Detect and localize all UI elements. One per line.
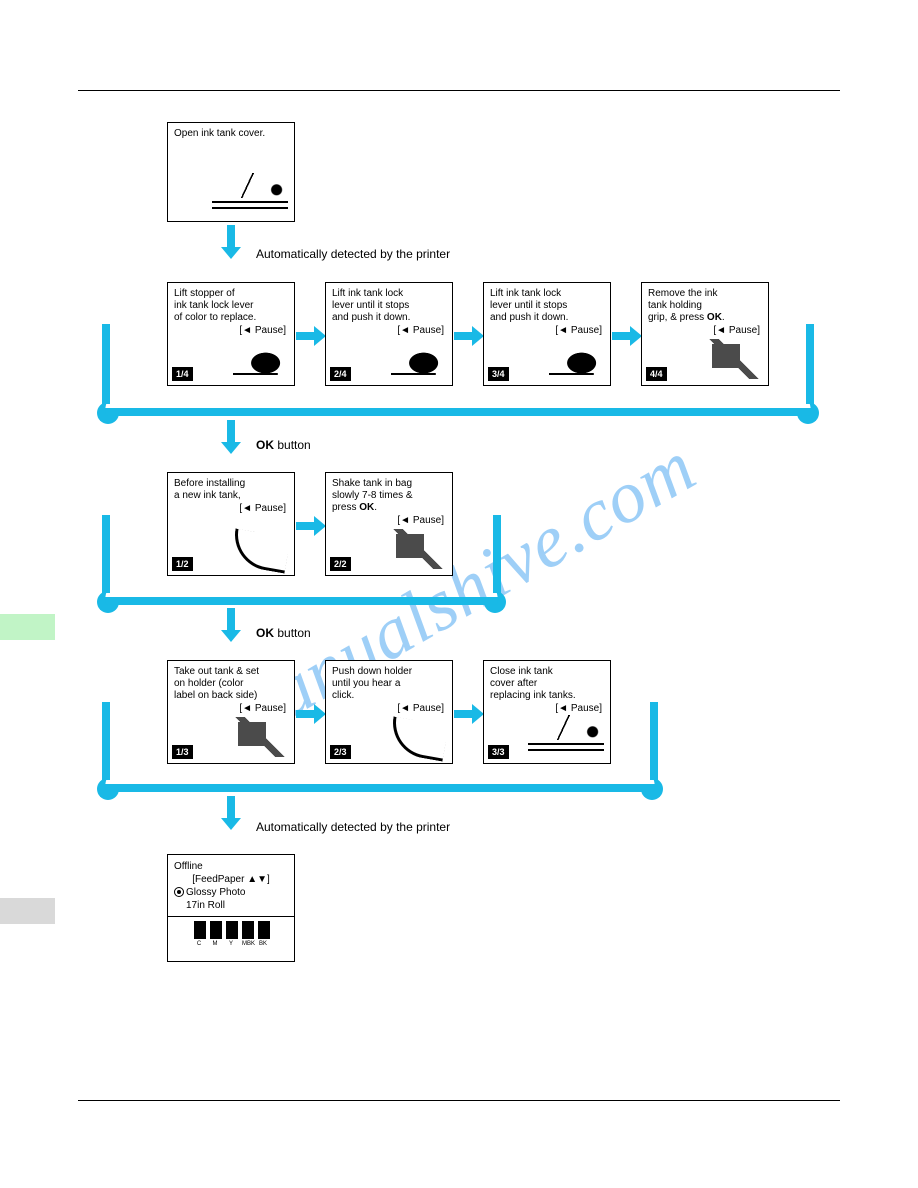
arrow-right-icon: [454, 708, 484, 720]
offline-feedpaper: [FeedPaper ▲▼]: [174, 873, 288, 886]
ink-level-row: C M Y MBK BK: [174, 921, 288, 948]
label-ok-1: OK button: [256, 438, 311, 452]
step-badge: 2/3: [330, 745, 351, 759]
step-text: Lift ink tank locklever until it stopsan…: [326, 283, 452, 324]
step-r1-2: Lift ink tank locklever until it stopsan…: [325, 282, 453, 386]
label-auto-detect-1: Automatically detected by the printer: [256, 247, 450, 261]
pause-label: [◄ Pause]: [326, 703, 452, 714]
curve-arrow-icon: [390, 721, 446, 757]
pause-label: [◄ Pause]: [642, 325, 768, 336]
step-badge: 3/3: [488, 745, 509, 759]
arrow-down-icon: [225, 608, 237, 642]
step-r3-2: Push down holderuntil you hear aclick. […: [325, 660, 453, 764]
page-tab-green: [0, 614, 55, 640]
pause-label: [◄ Pause]: [168, 703, 294, 714]
label-auto-detect-2: Automatically detected by the printer: [256, 820, 450, 834]
rule-bottom: [78, 1100, 840, 1101]
printer-icon: [528, 715, 604, 757]
ink-y: Y: [226, 921, 236, 948]
step-text: Before installinga new ink tank,: [168, 473, 294, 502]
pause-label: [◄ Pause]: [326, 325, 452, 336]
arrow-right-icon: [296, 520, 326, 532]
ink-m: M: [210, 921, 220, 948]
hand-icon: [548, 339, 604, 379]
tank-icon: [706, 339, 762, 379]
step-text: Take out tank & seton holder (colorlabel…: [168, 661, 294, 702]
step-r3-3: Close ink tankcover afterreplacing ink t…: [483, 660, 611, 764]
step-r2-1: Before installinga new ink tank, [◄ Paus…: [167, 472, 295, 576]
step-open-cover: Open ink tank cover.: [167, 122, 295, 222]
step-text: Lift ink tank locklever until it stopsan…: [484, 283, 610, 324]
offline-title: Offline: [174, 860, 288, 873]
tank-icon: [232, 717, 288, 757]
step-text: Remove the inktank holdinggrip, & press …: [642, 283, 768, 324]
pause-label: [◄ Pause]: [484, 703, 610, 714]
step-r2-2: Shake tank in bagslowly 7-8 times &press…: [325, 472, 453, 576]
pause-label: [◄ Pause]: [326, 515, 452, 526]
pause-label: [◄ Pause]: [168, 325, 294, 336]
printer-icon: [212, 173, 288, 215]
arrow-right-icon: [296, 708, 326, 720]
ink-bk: BK: [258, 921, 268, 948]
step-badge: 4/4: [646, 367, 667, 381]
pause-label: [◄ Pause]: [168, 503, 294, 514]
divider: [168, 916, 294, 917]
step-text: Open ink tank cover.: [168, 123, 294, 140]
step-text: Close ink tankcover afterreplacing ink t…: [484, 661, 610, 702]
bullseye-icon: [174, 887, 184, 897]
arrow-down-icon: [225, 796, 237, 830]
pause-label: [◄ Pause]: [484, 325, 610, 336]
offline-media-line: Glossy Photo: [174, 886, 288, 899]
step-text: Shake tank in bagslowly 7-8 times &press…: [326, 473, 452, 514]
step-badge: 2/2: [330, 557, 351, 571]
page-tab-gray: [0, 898, 55, 924]
arrow-down-icon: [225, 225, 237, 259]
ink-c: C: [194, 921, 204, 948]
step-badge: 1/4: [172, 367, 193, 381]
offline-size: 17in Roll: [174, 899, 288, 912]
label-ok-2: OK button: [256, 626, 311, 640]
page-diagram: manualshive.com Open ink tank cover. Aut…: [0, 0, 918, 1188]
hand-icon: [232, 339, 288, 379]
ink-mbk: MBK: [242, 921, 252, 948]
arrow-right-icon: [296, 330, 326, 342]
arrow-down-icon: [225, 420, 237, 454]
tank-icon: [390, 529, 446, 569]
step-r1-3: Lift ink tank locklever until it stopsan…: [483, 282, 611, 386]
arrow-right-icon: [454, 330, 484, 342]
step-r3-1: Take out tank & seton holder (colorlabel…: [167, 660, 295, 764]
step-r1-4: Remove the inktank holdinggrip, & press …: [641, 282, 769, 386]
step-badge: 1/3: [172, 745, 193, 759]
curve-arrow-icon: [232, 533, 288, 569]
step-text: Push down holderuntil you hear aclick.: [326, 661, 452, 702]
rule-top: [78, 90, 840, 91]
arrow-right-icon: [612, 330, 642, 342]
printer-display-offline: Offline [FeedPaper ▲▼] Glossy Photo 17in…: [167, 854, 295, 962]
step-text: Lift stopper ofink tank lock leverof col…: [168, 283, 294, 324]
hand-icon: [390, 339, 446, 379]
step-badge: 3/4: [488, 367, 509, 381]
step-badge: 1/2: [172, 557, 193, 571]
step-r1-1: Lift stopper ofink tank lock leverof col…: [167, 282, 295, 386]
step-badge: 2/4: [330, 367, 351, 381]
